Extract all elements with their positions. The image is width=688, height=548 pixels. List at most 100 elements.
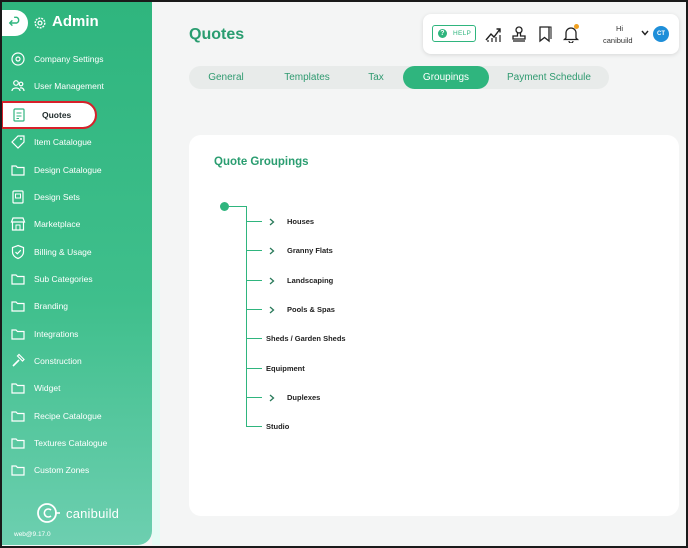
- sidebar-item-widget[interactable]: Widget: [2, 376, 152, 400]
- folder-icon: [11, 329, 25, 340]
- stamp-icon[interactable]: [510, 25, 528, 43]
- tab-payment-schedule[interactable]: Payment Schedule: [493, 66, 605, 89]
- sidebar-item-integrations[interactable]: Integrations: [2, 322, 152, 346]
- sidebar-item-textures-catalogue[interactable]: Textures Catalogue: [2, 431, 152, 455]
- page-title: Quotes: [189, 26, 245, 43]
- sidebar-item-label: User Management: [34, 81, 104, 91]
- help-button[interactable]: ? HELP: [432, 25, 476, 42]
- folder-icon: [11, 411, 25, 422]
- tree-branch: [247, 397, 262, 398]
- folder-icon: [11, 438, 25, 449]
- sidebar-item-billing-usage[interactable]: Billing & Usage: [2, 240, 152, 264]
- tab-bar: General Templates Tax Groupings Payment …: [189, 66, 609, 89]
- quote-groupings-card: Quote Groupings Houses Granny Flats Land…: [189, 135, 679, 516]
- sidebar-item-branding[interactable]: Branding: [2, 294, 152, 318]
- sidebar-title: Admin: [52, 13, 99, 30]
- chevron-right-icon[interactable]: [269, 247, 275, 255]
- sidebar-item-label: Marketplace: [34, 219, 81, 229]
- sidebar-item-label: Design Catalogue: [34, 165, 102, 175]
- help-icon: ?: [438, 29, 447, 38]
- folder-icon: [11, 383, 25, 394]
- grouping-label: Pools & Spas: [287, 305, 335, 314]
- shield-check-icon: [11, 244, 25, 260]
- settings-circle-icon: [11, 52, 25, 66]
- bookmark-icon[interactable]: [536, 25, 554, 43]
- tag-icon: [11, 135, 25, 149]
- sidebar-item-user-management[interactable]: User Management: [2, 74, 152, 98]
- folder-icon: [11, 165, 25, 176]
- sidebar-item-custom-zones[interactable]: Custom Zones: [2, 458, 152, 482]
- tree-branch: [247, 338, 262, 339]
- chevron-right-icon[interactable]: [269, 277, 275, 285]
- sidebar-item-marketplace[interactable]: Marketplace: [2, 212, 152, 236]
- sidebar-item-quotes[interactable]: Quotes: [1, 101, 97, 129]
- tree-branch: [247, 250, 262, 251]
- sidebar-item-label: Quotes: [42, 110, 72, 120]
- tab-templates[interactable]: Templates: [267, 66, 347, 89]
- chevron-right-icon[interactable]: [269, 306, 275, 314]
- sidebar-item-design-catalogue[interactable]: Design Catalogue: [2, 158, 152, 182]
- tree-branch: [247, 280, 262, 281]
- notification-dot: [574, 24, 579, 29]
- tree-branch: [247, 368, 262, 369]
- app-version: web@9.17.0: [14, 531, 51, 538]
- sidebar-item-item-catalogue[interactable]: Item Catalogue: [2, 130, 152, 154]
- grouping-label: Duplexes: [287, 393, 321, 402]
- username-text: canibuild: [603, 36, 633, 45]
- tree-trunk: [246, 206, 247, 427]
- tab-general[interactable]: General: [189, 66, 263, 89]
- tree-branch: [247, 221, 262, 222]
- store-icon: [10, 217, 26, 231]
- chevron-right-icon[interactable]: [269, 394, 275, 402]
- card-title: Quote Groupings: [214, 156, 309, 168]
- analytics-icon[interactable]: [484, 25, 502, 43]
- quote-document-icon: [13, 108, 25, 122]
- brand-logo: canibuild: [36, 502, 119, 524]
- sidebar-item-label: Branding: [34, 301, 69, 311]
- sidebar-item-construction[interactable]: Construction: [2, 349, 152, 373]
- sidebar-item-recipe-catalogue[interactable]: Recipe Catalogue: [2, 404, 152, 428]
- back-arrow-icon: [8, 16, 20, 27]
- back-button[interactable]: [2, 10, 28, 36]
- sidebar-edge: [152, 280, 160, 545]
- sidebar-item-label: Widget: [34, 383, 61, 393]
- sidebar-item-label: Integrations: [34, 329, 79, 339]
- tree-branch: [247, 426, 262, 427]
- tree-root-connector: [229, 206, 246, 207]
- brand-name: canibuild: [66, 505, 120, 521]
- sidebar-item-label: Construction: [34, 356, 82, 366]
- users-icon: [11, 80, 25, 92]
- design-set-icon: [12, 190, 24, 204]
- sidebar-item-label: Company Settings: [34, 54, 104, 64]
- folder-icon: [11, 465, 25, 476]
- grouping-label: Sheds / Garden Sheds: [266, 334, 346, 343]
- sidebar-item-label: Billing & Usage: [34, 247, 92, 257]
- avatar[interactable]: CT: [653, 26, 669, 42]
- tab-tax[interactable]: Tax: [351, 66, 401, 89]
- greeting-text: Hi: [616, 24, 624, 33]
- sidebar-item-label: Textures Catalogue: [34, 438, 108, 448]
- sidebar-item-label: Item Catalogue: [34, 137, 92, 147]
- tree-branch: [247, 309, 262, 310]
- sidebar-item-sub-categories[interactable]: Sub Categories: [2, 267, 152, 291]
- sidebar-item-label: Sub Categories: [34, 274, 93, 284]
- tab-groupings[interactable]: Groupings: [403, 66, 489, 89]
- folder-icon: [11, 274, 25, 285]
- sidebar: Admin Company Settings User Management Q…: [1, 2, 152, 545]
- gear-icon: [34, 17, 46, 29]
- chevron-down-icon[interactable]: [641, 30, 649, 36]
- sidebar-item-label: Custom Zones: [34, 465, 90, 475]
- sidebar-item-company-settings[interactable]: Company Settings: [2, 47, 152, 71]
- tree-root-node: [220, 202, 229, 211]
- grouping-label: Equipment: [266, 364, 305, 373]
- chevron-right-icon[interactable]: [269, 218, 275, 226]
- canibuild-logo-icon: [37, 503, 60, 523]
- sidebar-item-label: Design Sets: [34, 192, 80, 202]
- grouping-label: Studio: [266, 422, 290, 431]
- grouping-label: Houses: [287, 217, 315, 226]
- grouping-label: Landscaping: [287, 276, 334, 285]
- folder-icon: [11, 301, 25, 312]
- hammer-icon: [12, 353, 25, 367]
- sidebar-item-design-sets[interactable]: Design Sets: [2, 185, 152, 209]
- sidebar-header: Admin: [2, 8, 152, 38]
